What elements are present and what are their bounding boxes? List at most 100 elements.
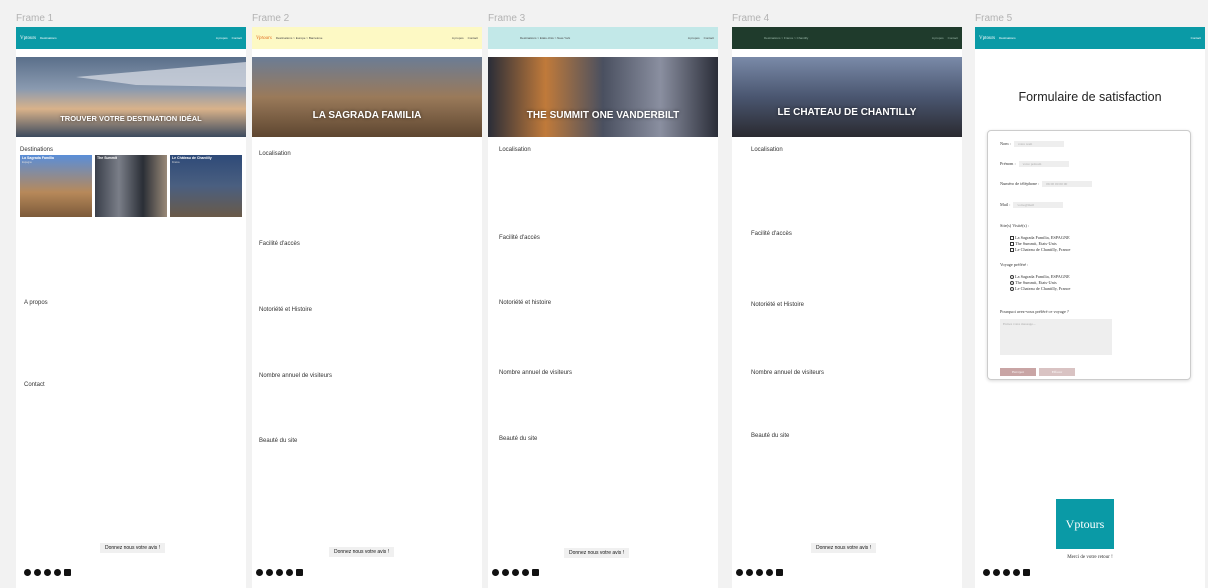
pinterest-icon[interactable] <box>766 569 773 576</box>
linkedin-icon[interactable] <box>64 569 71 576</box>
logo[interactable]: Vptours <box>20 36 36 41</box>
navbar: Destinations > France > Chantilly A prop… <box>732 27 962 49</box>
section-localisation: Localisation <box>751 147 783 153</box>
nav-destinations[interactable]: Destinations <box>40 36 57 40</box>
nav-contact[interactable]: Contact <box>1191 36 1201 40</box>
radio-chantilly[interactable] <box>1010 287 1014 292</box>
frame-2: Frame 2 Vptours Destinations > Europe > … <box>252 0 482 588</box>
hero-image: TROUVER VOTRE DESTINATION IDÉAL <box>16 57 246 137</box>
facebook-icon[interactable] <box>492 569 499 576</box>
message-textarea[interactable]: Entrez votre message... <box>1000 319 1112 355</box>
destination-card-summit[interactable]: The Summit <box>95 155 167 217</box>
frame-label: Frame 5 <box>975 13 1013 24</box>
linkedin-icon[interactable] <box>1023 569 1030 576</box>
instagram-icon[interactable] <box>993 569 1000 576</box>
frame-1: Frame 1 Vptours Destinations A propos Co… <box>16 0 246 588</box>
facebook-icon[interactable] <box>256 569 263 576</box>
nav-apropos[interactable]: A propos <box>932 36 944 40</box>
prenom-input[interactable]: votre prénom <box>1018 161 1069 168</box>
tel-label: Numéro de téléphone : <box>1000 181 1040 186</box>
section-visiteurs: Nombre annuel de visiteurs <box>499 370 573 376</box>
destination-card-sagrada[interactable]: La Sagrada Familia Espagne <box>20 155 92 217</box>
nav-contact[interactable]: Contact <box>704 36 714 40</box>
checkbox-sagrada[interactable] <box>1010 236 1014 241</box>
breadcrumb[interactable]: Destinations > Europe > Barcelone <box>276 36 323 40</box>
twitter-icon[interactable] <box>756 569 763 576</box>
instagram-icon[interactable] <box>502 569 509 576</box>
thanks-text: Merci de votre retour ! <box>1067 555 1113 560</box>
hero-image: LA SAGRADA FAMILIA <box>252 57 482 137</box>
feedback-button[interactable]: Donnez nous votre avis ! <box>811 543 877 553</box>
social-links <box>983 569 1030 576</box>
breadcrumb[interactable]: Destinations > Etats-Unis > New-York <box>520 36 570 40</box>
checkbox-summit[interactable] <box>1010 242 1014 247</box>
checkbox-label: The Summit, Etats-Unis <box>1015 241 1057 246</box>
twitter-icon[interactable] <box>276 569 283 576</box>
instagram-icon[interactable] <box>34 569 41 576</box>
linkedin-icon[interactable] <box>776 569 783 576</box>
checkbox-chantilly[interactable] <box>1010 248 1014 253</box>
section-acces: Facilité d'accès <box>751 231 792 237</box>
card-subtitle: Espagne <box>22 161 32 164</box>
radio-label: Le Chateau de Chantilly, France <box>1015 286 1071 291</box>
facebook-icon[interactable] <box>983 569 990 576</box>
logo[interactable]: Vptours <box>256 36 272 41</box>
home-page: Vptours Destinations A propos Contact TR… <box>16 27 246 588</box>
apropos-heading: A propos <box>24 300 48 306</box>
social-links <box>24 569 71 576</box>
section-visiteurs: Nombre annuel de visiteurs <box>259 373 333 379</box>
card-title: La Sagrada Familia <box>22 156 54 160</box>
pinterest-icon[interactable] <box>54 569 61 576</box>
nav-apropos[interactable]: A propos <box>452 36 464 40</box>
twitter-icon[interactable] <box>1003 569 1010 576</box>
nav-destinations[interactable]: Destinations <box>999 36 1016 40</box>
twitter-icon[interactable] <box>512 569 519 576</box>
radio-label: The Summit, Etats-Unis <box>1015 280 1057 285</box>
pinterest-icon[interactable] <box>286 569 293 576</box>
summit-page: Destinations > Etats-Unis > New-York A p… <box>488 27 718 588</box>
pinterest-icon[interactable] <box>522 569 529 576</box>
nav-contact[interactable]: Contact <box>232 36 242 40</box>
nom-input[interactable]: votre nom <box>1013 141 1064 148</box>
destination-card-chantilly[interactable]: Le Château de Chantilly France <box>170 155 242 217</box>
navbar: Vptours Destinations A propos Contact <box>16 27 246 49</box>
tel-input[interactable]: 06 00 00 00 00 <box>1042 181 1093 188</box>
social-links <box>736 569 783 576</box>
prenom-label: Prénom : <box>1000 161 1016 166</box>
social-links <box>256 569 303 576</box>
facebook-icon[interactable] <box>24 569 31 576</box>
pinterest-icon[interactable] <box>1013 569 1020 576</box>
chantilly-page: Destinations > France > Chantilly A prop… <box>732 27 962 588</box>
instagram-icon[interactable] <box>746 569 753 576</box>
feedback-button[interactable]: Donnez nous votre avis ! <box>100 543 166 553</box>
feedback-button[interactable]: Donnez nous votre avis ! <box>564 548 630 558</box>
satisfaction-form: Nom : votre nom Prénom : votre prénom Numé… <box>987 130 1191 380</box>
social-links <box>492 569 539 576</box>
linkedin-icon[interactable] <box>532 569 539 576</box>
form-title: Formulaire de satisfaction <box>1018 90 1162 104</box>
facebook-icon[interactable] <box>736 569 743 576</box>
destinations-heading: Destinations <box>20 147 54 153</box>
logo[interactable]: Vptours <box>979 36 995 41</box>
clear-button[interactable]: Effacer <box>1039 368 1075 376</box>
checkbox-label: La Sagrada Familia, ESPAGNE <box>1015 235 1070 240</box>
nav-apropos[interactable]: A propos <box>688 36 700 40</box>
contact-heading: Contact <box>24 382 45 388</box>
feedback-button[interactable]: Donnez nous votre avis ! <box>329 547 395 557</box>
nav-contact[interactable]: Contact <box>468 36 478 40</box>
section-histoire: Notoriété et Histoire <box>751 302 805 308</box>
mail-input[interactable]: votre@mail <box>1013 202 1064 209</box>
nav-apropos[interactable]: A propos <box>216 36 228 40</box>
breadcrumb[interactable]: Destinations > France > Chantilly <box>764 36 808 40</box>
instagram-icon[interactable] <box>266 569 273 576</box>
radio-summit[interactable] <box>1010 281 1014 286</box>
section-histoire: Notoriété et Histoire <box>259 307 313 313</box>
nav-contact[interactable]: Contact <box>948 36 958 40</box>
navbar: Vptours Destinations > Europe > Barcelon… <box>252 27 482 49</box>
pref-label: Voyage préféré : <box>1000 262 1029 267</box>
twitter-icon[interactable] <box>44 569 51 576</box>
linkedin-icon[interactable] <box>296 569 303 576</box>
submit-button[interactable]: Envoyer <box>1000 368 1036 376</box>
radio-sagrada[interactable] <box>1010 275 1014 280</box>
checkbox-label: Le Chateau de Chantilly, France <box>1015 247 1071 252</box>
